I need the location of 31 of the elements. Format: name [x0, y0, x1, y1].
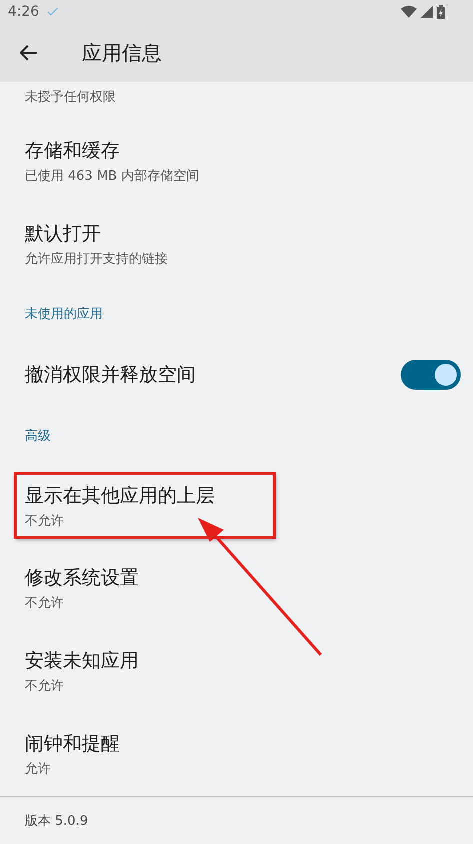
settings-item[interactable]: 显示在其他应用的上层 不允许 [0, 464, 473, 547]
settings-item[interactable]: 修改系统设置 不允许 [0, 547, 473, 630]
item-title: 修改系统设置 [25, 566, 139, 591]
wifi-icon [401, 6, 417, 18]
item-title: 显示在其他应用的上层 [25, 484, 216, 509]
item-title: 撤消权限并释放空间 [25, 363, 196, 388]
settings-item[interactable]: 安装未知应用 不允许 [0, 630, 473, 713]
item-title: 闹钟和提醒 [25, 732, 120, 757]
settings-item[interactable]: 存储和缓存 已使用 463 MB 内部存储空间 [0, 120, 473, 203]
signal-icon [421, 6, 433, 18]
toggle-switch[interactable] [401, 360, 461, 390]
item-subtitle: 不允许 [25, 678, 65, 695]
check-icon [47, 7, 60, 17]
item-title: 默认打开 [25, 222, 102, 247]
item-title: 安装未知应用 [25, 649, 139, 674]
item-subtitle: 允许 [25, 761, 52, 778]
battery-icon [437, 5, 445, 19]
item-subtitle: 不允许 [25, 595, 65, 612]
status-time: 4:26 [8, 4, 40, 20]
settings-item[interactable]: 默认打开 允许应用打开支持的链接 [0, 203, 473, 286]
app-bar-title: 应用信息 [82, 40, 162, 66]
back-arrow-icon[interactable] [20, 45, 38, 61]
item-subtitle: 允许应用打开支持的链接 [25, 251, 168, 268]
item-subtitle: 未授予任何权限 [25, 89, 116, 106]
section-header: 未使用的应用 [25, 306, 103, 323]
item-title: 存储和缓存 [25, 139, 121, 164]
item-subtitle: 不允许 [25, 513, 65, 530]
section-header: 高级 [25, 428, 51, 445]
version-text: 版本 5.0.9 [25, 813, 88, 830]
settings-item[interactable]: 闹钟和提醒 允许 [0, 713, 473, 796]
item-subtitle: 已使用 463 MB 内部存储空间 [25, 168, 200, 185]
